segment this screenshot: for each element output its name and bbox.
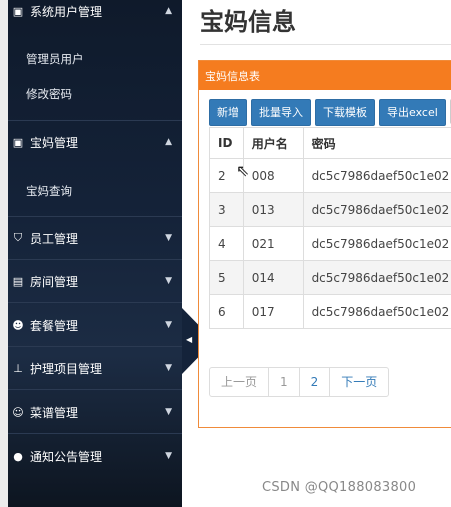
mom-table: ID 用户名 密码 2 008 dc5c7986daef50c1e02 3 01… [209, 127, 451, 329]
divider [8, 120, 182, 121]
batch-import-button[interactable]: 批量导入 [251, 99, 311, 126]
export-excel-button[interactable]: 导出excel [379, 99, 446, 126]
sub-item-change-password[interactable]: 修改密码 [26, 86, 72, 102]
prev-page-button[interactable]: 上一页 [209, 367, 270, 397]
users-icon: ☻ [12, 318, 24, 332]
menu-label: 套餐管理 [30, 318, 79, 333]
shield-icon: ⛉ [13, 231, 23, 244]
cell-username: 017 [242, 294, 304, 329]
add-button[interactable]: 新增 [209, 99, 247, 126]
menu-care-items[interactable]: ⊥ 护理项目管理 ▼ [8, 351, 182, 385]
column-header-id[interactable]: ID [209, 127, 244, 159]
cell-username: 013 [242, 192, 304, 227]
divider [8, 302, 182, 303]
cell-password: dc5c7986daef50c1e02 [302, 192, 451, 227]
menu-system-users[interactable]: ▣ 系统用户管理 ▲ [8, 0, 182, 28]
cell-password: dc5c7986daef50c1e02 [302, 260, 451, 295]
toolbar: 新增 批量导入 下载模板 导出excel [209, 99, 451, 126]
cell-username: 008 [242, 158, 304, 193]
user-plus-icon: ☺ [12, 405, 24, 419]
cell-id: 3 [209, 192, 244, 227]
table-row[interactable]: 5 014 dc5c7986daef50c1e02 [209, 260, 451, 295]
page-2-button[interactable]: 2 [298, 367, 331, 397]
page-1-button[interactable]: 1 [268, 367, 300, 397]
left-edge-strip [0, 0, 8, 507]
chevron-down-icon: ▼ [165, 407, 172, 417]
mouse-cursor-icon: ⇖ [236, 161, 250, 180]
column-header-username[interactable]: 用户名 [242, 127, 304, 159]
cell-password: dc5c7986daef50c1e02 [302, 294, 451, 329]
divider [8, 433, 182, 434]
divider [8, 259, 182, 260]
divider [8, 216, 182, 217]
chevron-up-icon: ▲ [165, 6, 172, 16]
sub-item-admin-users[interactable]: 管理员用户 [26, 51, 84, 67]
cell-id: 4 [209, 226, 244, 261]
menu-label: 护理项目管理 [30, 361, 103, 376]
chevron-down-icon: ▼ [165, 276, 172, 286]
table-row[interactable]: 3 013 dc5c7986daef50c1e02 [209, 192, 451, 227]
cell-username: 021 [242, 226, 304, 261]
menu-label: 房间管理 [30, 274, 79, 289]
chevron-down-icon: ▼ [165, 363, 172, 373]
menu-label: 系统用户管理 [30, 4, 103, 19]
id-card-icon: ▣ [12, 135, 24, 149]
chevron-down-icon: ▼ [165, 451, 172, 461]
table-header-row: ID 用户名 密码 [209, 127, 451, 159]
download-template-button[interactable]: 下载模板 [315, 99, 375, 126]
user-icon: ● [13, 449, 23, 463]
column-header-password[interactable]: 密码 [302, 127, 451, 159]
cell-password: dc5c7986daef50c1e02 [302, 226, 451, 261]
id-card-icon: ▣ [12, 4, 24, 18]
cell-id: 5 [209, 260, 244, 295]
sitemap-icon: ⊥ [13, 361, 23, 375]
pagination: 上一页 1 2 下一页 [209, 367, 390, 397]
title-divider [200, 44, 451, 45]
menu-mom-management[interactable]: ▣ 宝妈管理 ▲ [8, 125, 182, 159]
menu-notice-management[interactable]: ● 通知公告管理 ▼ [8, 439, 182, 473]
menu-recipe-management[interactable]: ☺ 菜谱管理 ▼ [8, 395, 182, 429]
table-row[interactable]: 4 021 dc5c7986daef50c1e02 [209, 226, 451, 261]
menu-staff-management[interactable]: ⛉ 员工管理 ▼ [8, 221, 182, 255]
cell-password: dc5c7986daef50c1e02 [302, 158, 451, 193]
divider [8, 346, 182, 347]
sidebar: ▣ 系统用户管理 ▲ 管理员用户 修改密码 ▣ 宝妈管理 ▲ 宝妈查询 ⛉ 员工… [8, 0, 182, 507]
divider [8, 389, 182, 390]
menu-label: 员工管理 [30, 231, 79, 246]
next-page-button[interactable]: 下一页 [329, 367, 390, 397]
chevron-left-icon: ◀ [186, 335, 193, 344]
page-title: 宝妈信息 [200, 8, 296, 36]
watermark: CSDN @QQ188083800 [262, 480, 417, 495]
menu-package-management[interactable]: ☻ 套餐管理 ▼ [8, 308, 182, 342]
chevron-down-icon: ▼ [165, 320, 172, 330]
menu-room-management[interactable]: ▤ 房间管理 ▼ [8, 264, 182, 298]
mom-info-panel: 宝妈信息表 新增 批量导入 下载模板 导出excel ID 用户名 密码 2 0… [198, 60, 451, 428]
panel-title: 宝妈信息表 [199, 61, 451, 90]
sub-item-mom-query[interactable]: 宝妈查询 [26, 183, 72, 199]
cell-username: 014 [242, 260, 304, 295]
chevron-down-icon: ▼ [165, 233, 172, 243]
menu-label: 通知公告管理 [30, 449, 103, 464]
table-row[interactable]: 6 017 dc5c7986daef50c1e02 [209, 294, 451, 329]
chevron-up-icon: ▲ [165, 137, 172, 147]
menu-label: 宝妈管理 [30, 135, 79, 150]
document-icon: ▤ [12, 274, 24, 288]
menu-label: 菜谱管理 [30, 405, 79, 420]
cell-id: 6 [209, 294, 244, 329]
